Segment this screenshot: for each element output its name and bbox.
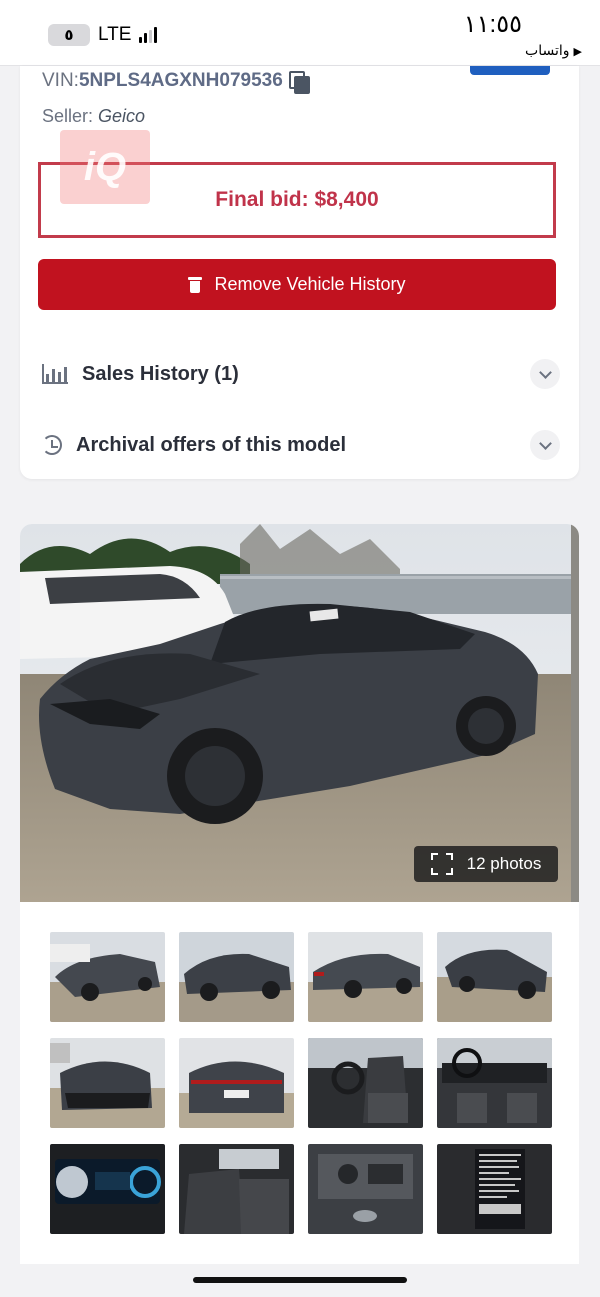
vin-value: 5NPLS4AGXNH079536	[78, 70, 283, 91]
battery-indicator: ٥	[48, 24, 90, 46]
clock: ١١:٥٥	[463, 11, 522, 38]
thumbnail-dashboard[interactable]	[437, 1038, 552, 1128]
network-type: LTE	[98, 24, 132, 45]
signal-icon	[139, 27, 158, 43]
thumbnail-instrument-cluster[interactable]	[50, 1144, 165, 1234]
sales-history-row[interactable]: Sales History (1)	[42, 354, 560, 394]
seller-value: Geico	[98, 106, 146, 126]
seller-label: Seller:	[42, 106, 99, 126]
home-indicator[interactable]	[193, 1277, 407, 1283]
thumbnail-vin-label[interactable]	[437, 1144, 552, 1234]
remove-history-label: Remove Vehicle History	[214, 274, 406, 294]
thumbnail-front-damage[interactable]	[50, 1038, 165, 1128]
sales-history-label: Sales History (1)	[82, 362, 239, 385]
back-to-app-link[interactable]: واتساب ▶	[525, 42, 582, 59]
photos-count-button[interactable]: 12 photos	[414, 846, 558, 882]
thumbnail-front-left[interactable]	[50, 932, 165, 1022]
fullscreen-icon	[430, 853, 453, 875]
thumbnail-rear-seats[interactable]	[179, 1144, 294, 1234]
photo-gallery: 12 photos	[20, 524, 579, 1264]
vehicle-info-card: VIN: 5NPLS4AGXNH079536 Seller: Geico Fin…	[20, 66, 579, 479]
chevron-down-icon[interactable]	[530, 359, 560, 389]
main-vehicle-photo[interactable]: 12 photos	[20, 524, 571, 902]
watermark-logo: iQ	[60, 130, 150, 204]
action-button-edge[interactable]	[470, 66, 550, 75]
thumbnail-grid	[50, 932, 552, 1234]
trash-icon	[188, 276, 203, 293]
seller-row: Seller: Geico	[42, 106, 145, 127]
thumbnail-right-front[interactable]	[437, 932, 552, 1022]
back-app-label: واتساب	[525, 42, 570, 58]
remove-vehicle-history-button[interactable]: Remove Vehicle History	[38, 259, 556, 310]
chevron-down-icon[interactable]	[530, 430, 560, 460]
vin-label: VIN:	[42, 70, 79, 91]
bar-chart-icon	[42, 364, 68, 384]
back-arrow-icon: ▶	[573, 46, 582, 58]
thumbnail-engine-bay[interactable]	[308, 1144, 423, 1234]
history-icon	[42, 435, 62, 455]
status-bar: ٥ LTE ١١:٥٥ واتساب ▶	[0, 0, 600, 66]
thumbnail-rear-left[interactable]	[308, 932, 423, 1022]
status-indicators: ٥ LTE	[48, 24, 158, 46]
next-photo-preview[interactable]	[571, 524, 579, 902]
final-bid: Final bid: $8,400	[215, 188, 379, 211]
thumbnail-front-seats[interactable]	[308, 1038, 423, 1128]
archival-offers-label: Archival offers of this model	[76, 433, 347, 456]
thumbnail-rear[interactable]	[179, 1038, 294, 1128]
vin-row: VIN: 5NPLS4AGXNH079536	[42, 70, 310, 94]
archival-offers-row[interactable]: Archival offers of this model	[42, 425, 560, 465]
thumbnail-left-side[interactable]	[179, 932, 294, 1022]
copy-icon[interactable]	[288, 71, 310, 94]
photos-count-label: 12 photos	[466, 854, 542, 873]
